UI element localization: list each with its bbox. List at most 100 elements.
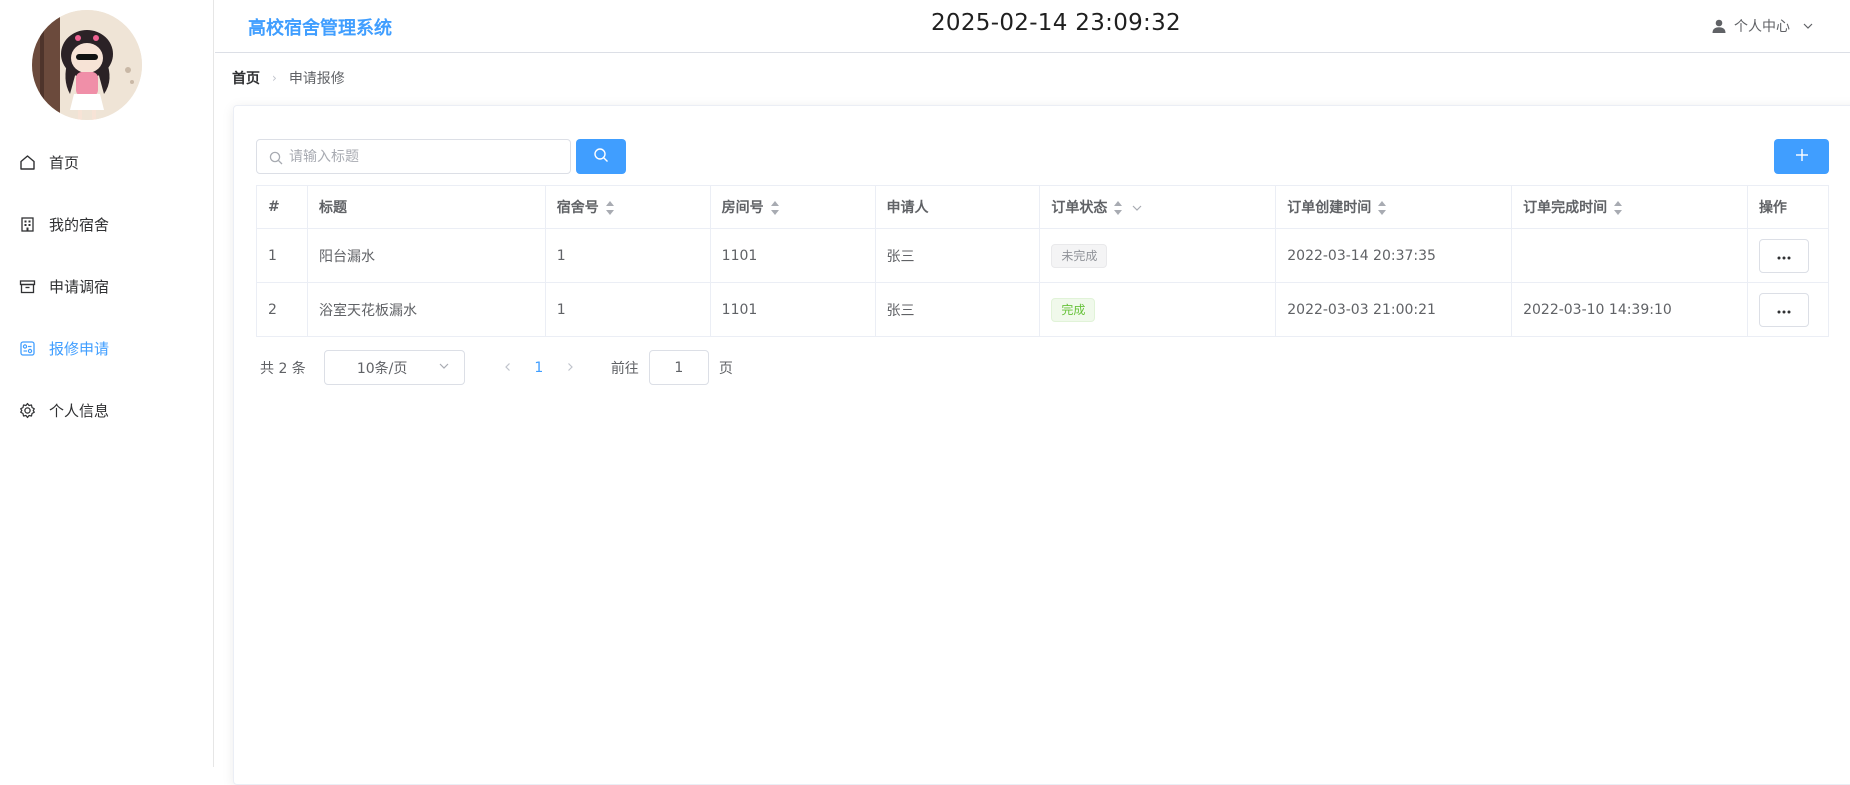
column-header-label: 订单创建时间: [1287, 200, 1372, 216]
current-datetime: 2025-02-14 23:09:32: [931, 10, 1181, 36]
search-icon: [269, 150, 283, 164]
repair-table: # 标题 宿舍号 房间号 申请人 订单状态 订单创建时间 订单完成时间 操作 1…: [256, 185, 1830, 337]
cell-created: 2022-03-03 21:00:21: [1275, 282, 1513, 337]
search-input[interactable]: [289, 148, 559, 165]
pagination: 共 2 条 10条/页 1 前往 页: [260, 350, 733, 385]
table-row: 2 浴室天花板漏水 1 1101 张三 完成 2022-03-03 21:00:…: [256, 282, 1830, 337]
column-header-label: 宿舍号: [556, 200, 599, 216]
chevron-right-icon: [567, 362, 573, 371]
sort-icon[interactable]: [1377, 200, 1387, 216]
sidebar-item-label: 报修申请: [49, 339, 110, 358]
status-badge: 完成: [1051, 297, 1096, 322]
sidebar: 首页 我的宿舍 申请调宿 报修申请 个人信息: [0, 0, 214, 767]
repair-form-icon: [18, 339, 36, 357]
home-icon: [18, 153, 36, 171]
table-row: 1 阳台漏水 1 1101 张三 未完成 2022-03-14 20:37:35: [256, 228, 1830, 283]
column-header-applicant: 申请人: [874, 185, 1041, 229]
breadcrumb-current: 申请报修: [288, 71, 345, 87]
column-header-label: 申请人: [886, 200, 929, 216]
column-header-label: 订单完成时间: [1523, 200, 1608, 216]
sidebar-item-my-dorm[interactable]: 我的宿舍: [0, 193, 213, 255]
cell-finished: [1511, 228, 1748, 283]
sidebar-item-label: 申请调宿: [49, 277, 110, 296]
building-icon: [18, 215, 36, 233]
sidebar-item-label: 我的宿舍: [49, 215, 110, 234]
more-actions-button[interactable]: [1758, 292, 1809, 327]
chevron-down-icon: [438, 360, 450, 376]
sort-icon[interactable]: [770, 200, 780, 216]
cell-index: 2: [256, 282, 308, 337]
sidebar-item-transfer[interactable]: 申请调宿: [0, 255, 213, 317]
box-icon: [18, 277, 36, 295]
avatar-illustration: [32, 10, 142, 120]
cell-applicant: 张三: [874, 282, 1041, 337]
sidebar-item-home[interactable]: 首页: [0, 131, 213, 193]
sidebar-item-repair[interactable]: 报修申请: [0, 317, 213, 379]
add-button[interactable]: [1774, 139, 1829, 174]
table-header-row: # 标题 宿舍号 房间号 申请人 订单状态 订单创建时间 订单完成时间 操作: [256, 185, 1830, 229]
column-header-label: 标题: [318, 200, 347, 216]
gear-icon: [18, 401, 36, 419]
column-header-room[interactable]: 房间号: [709, 185, 876, 229]
sidebar-item-label: 首页: [49, 153, 80, 172]
chevron-down-icon: [1802, 20, 1814, 32]
cell-title: 浴室天花板漏水: [306, 282, 546, 337]
column-header-created[interactable]: 订单创建时间: [1275, 185, 1513, 229]
sort-icon[interactable]: [1113, 200, 1123, 216]
cell-actions: [1746, 228, 1830, 283]
status-badge: 未完成: [1051, 243, 1108, 268]
search-icon: [593, 147, 609, 167]
avatar[interactable]: [32, 10, 142, 120]
sidebar-menu: 首页 我的宿舍 申请调宿 报修申请 个人信息: [0, 131, 213, 441]
column-header-label: #: [268, 199, 280, 215]
search-button[interactable]: [576, 139, 626, 174]
column-header-dorm[interactable]: 宿舍号: [544, 185, 711, 229]
cell-index: 1: [256, 228, 308, 283]
more-dots-icon: [1777, 302, 1791, 318]
user-icon: [1711, 18, 1727, 34]
more-actions-button[interactable]: [1758, 238, 1809, 273]
user-center-dropdown[interactable]: 个人中心: [1711, 16, 1814, 36]
sidebar-item-label: 个人信息: [49, 401, 110, 420]
chevron-left-icon: [504, 362, 510, 371]
page-suffix: 页: [718, 360, 733, 377]
cell-actions: [1746, 282, 1830, 337]
cell-created: 2022-03-14 20:37:35: [1275, 228, 1513, 283]
sort-icon[interactable]: [1613, 200, 1623, 216]
cell-room: 1101: [709, 282, 876, 337]
goto-label: 前往: [610, 360, 639, 377]
filter-chevron-icon[interactable]: [1131, 202, 1143, 214]
cell-status: 未完成: [1039, 228, 1277, 283]
page-number[interactable]: 1: [523, 360, 555, 376]
goto-page-input[interactable]: [648, 350, 709, 385]
app-title: 高校宿舍管理系统: [248, 18, 392, 39]
next-page-button[interactable]: [555, 360, 585, 376]
column-header-title: 标题: [306, 185, 546, 229]
cell-finished: 2022-03-10 14:39:10: [1511, 282, 1748, 337]
column-header-label: 订单状态: [1051, 200, 1108, 216]
page-size-select[interactable]: 10条/页: [323, 350, 465, 385]
column-header-index: #: [256, 185, 308, 229]
user-center-label: 个人中心: [1734, 19, 1790, 35]
column-header-status[interactable]: 订单状态: [1039, 185, 1277, 229]
breadcrumb-separator: ›: [272, 71, 277, 85]
breadcrumb-home[interactable]: 首页: [232, 68, 260, 88]
more-dots-icon: [1777, 248, 1791, 264]
sort-icon[interactable]: [605, 200, 615, 216]
page-jumper: 前往 页: [611, 350, 733, 385]
cell-room: 1101: [709, 228, 876, 283]
column-header-actions: 操作: [1746, 185, 1830, 229]
pagination-total: 共 2 条: [260, 360, 306, 377]
pager: 1: [493, 360, 585, 376]
main-card: # 标题 宿舍号 房间号 申请人 订单状态 订单创建时间 订单完成时间 操作 1…: [233, 105, 1850, 785]
sidebar-item-profile[interactable]: 个人信息: [0, 379, 213, 441]
column-header-finished[interactable]: 订单完成时间: [1511, 185, 1748, 229]
top-header: 高校宿舍管理系统 2025-02-14 23:09:32 个人中心: [215, 0, 1850, 53]
prev-page-button[interactable]: [493, 360, 523, 376]
cell-title: 阳台漏水: [306, 228, 546, 283]
page-size-value: 10条/页: [356, 360, 408, 377]
column-header-label: 房间号: [721, 200, 764, 216]
search-box[interactable]: [256, 139, 571, 174]
cell-applicant: 张三: [874, 228, 1041, 283]
breadcrumb: 首页 › 申请报修: [232, 68, 345, 88]
